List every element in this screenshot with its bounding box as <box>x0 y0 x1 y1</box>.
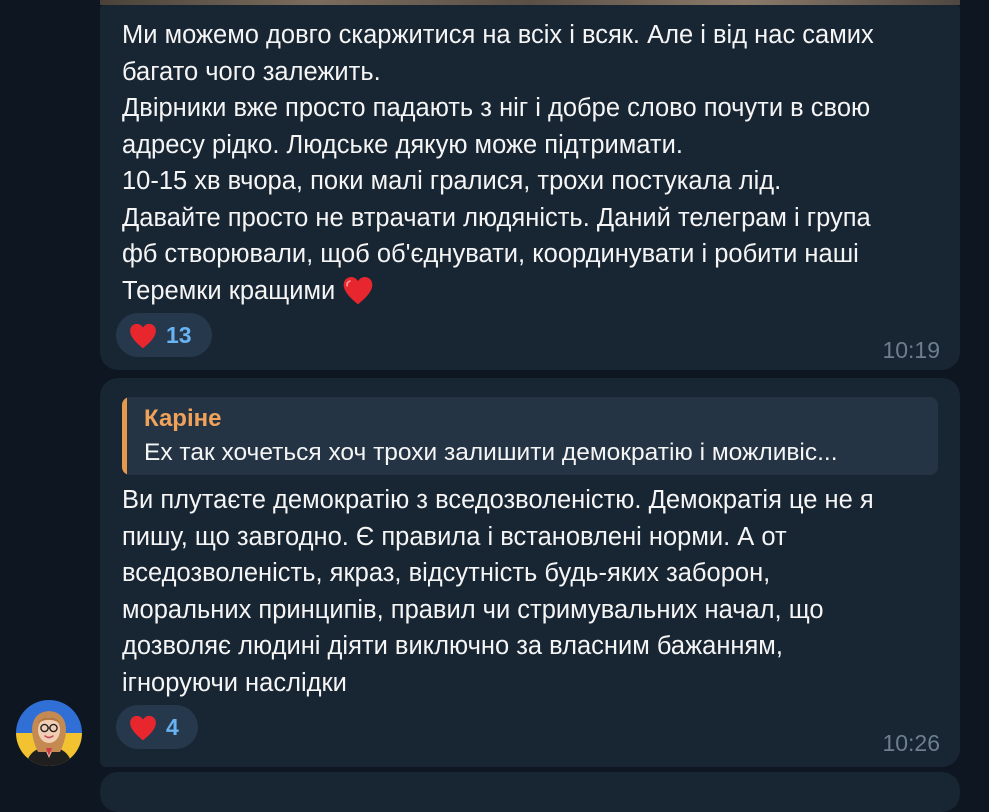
red-heart-icon <box>343 276 373 304</box>
red-heart-icon <box>130 715 156 740</box>
red-heart-icon <box>130 323 156 348</box>
heart-reaction-button[interactable]: 4 <box>116 705 198 749</box>
reply-author: Каріне <box>144 405 222 432</box>
avatar-portrait-icon <box>26 711 72 766</box>
heart-reaction-button[interactable]: 13 <box>116 313 212 357</box>
reply-snippet: Ех так хочеться хоч трохи залишити демок… <box>144 439 838 466</box>
message-bubble[interactable] <box>100 772 960 812</box>
message-bubble[interactable]: Каріне Ех так хочеться хоч трохи залишит… <box>100 378 960 767</box>
reply-quote[interactable]: Каріне Ех так хочеться хоч трохи залишит… <box>122 397 938 475</box>
message-time: 10:26 <box>882 730 940 756</box>
message-bubble[interactable]: Ми можемо довго скаржитися на всіх і вся… <box>100 5 960 370</box>
message-text: Ви плутаєте демократію з вседозволеністю… <box>122 486 874 697</box>
reaction-count: 4 <box>166 713 179 740</box>
reply-accent-bar <box>122 397 127 475</box>
message-text: Ми можемо довго скаржитися на всіх і вся… <box>122 21 874 305</box>
message-time: 10:19 <box>882 337 940 363</box>
user-avatar[interactable] <box>16 700 82 766</box>
reaction-count: 13 <box>166 321 192 348</box>
